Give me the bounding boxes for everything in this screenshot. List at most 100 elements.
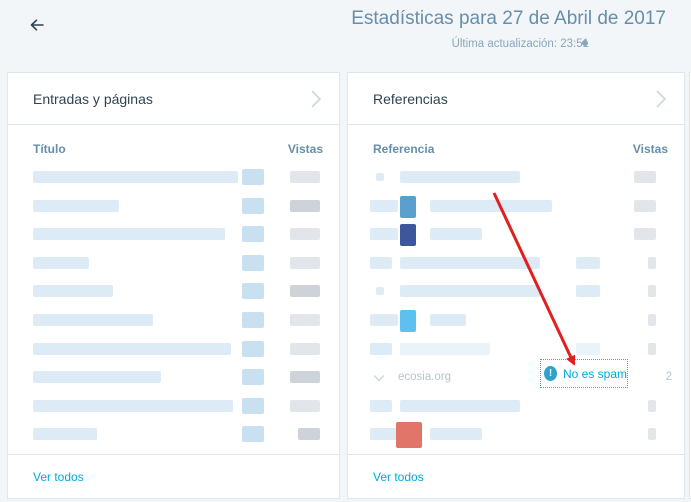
blurred-title — [33, 342, 231, 355]
blurred-count — [290, 399, 320, 412]
blurred-title — [33, 428, 97, 441]
blurred-favicon — [396, 422, 422, 449]
blurred-favicon — [400, 224, 416, 247]
list-item[interactable] — [8, 394, 339, 423]
list-item[interactable] — [348, 251, 684, 280]
blurred-bullet — [376, 173, 384, 181]
blurred-count — [290, 371, 320, 384]
blurred-icon — [576, 256, 600, 269]
blurred-favicon — [370, 428, 398, 441]
blurred-count — [634, 228, 656, 241]
blurred-referrer — [430, 199, 552, 212]
list-item[interactable] — [8, 365, 339, 394]
views-column-header: Vistas — [287, 142, 323, 156]
blurred-count — [290, 313, 320, 326]
title-column-header: Título — [33, 142, 66, 156]
info-icon: ! — [544, 366, 557, 382]
blurred-favicon — [400, 309, 416, 332]
blurred-title — [33, 371, 161, 384]
not-spam-label: No es spam — [562, 366, 627, 381]
list-item[interactable] — [8, 337, 339, 366]
blurred-count — [290, 342, 320, 355]
blurred-count — [290, 256, 320, 269]
page-title: Estadísticas para 27 de Abril de 2017 — [351, 8, 666, 29]
blurred-count — [648, 399, 656, 412]
blurred-count — [634, 199, 656, 212]
blurred-count — [648, 313, 656, 326]
chevron-right-icon — [656, 89, 667, 108]
blurred-referrer — [430, 428, 482, 441]
blurred-count — [648, 256, 656, 269]
blurred-favicon — [370, 228, 398, 241]
blurred-favicon — [370, 199, 398, 212]
list-item[interactable] — [8, 194, 339, 223]
blurred-referrer — [400, 342, 490, 355]
view-all-referrers-link[interactable]: Ver todos — [373, 470, 424, 484]
blurred-referrer — [430, 313, 466, 326]
posts-card-footer: Ver todos — [8, 454, 339, 498]
list-item[interactable] — [348, 422, 684, 451]
referrers-card-footer: Ver todos — [348, 454, 684, 498]
referrer-column-header: Referencia — [373, 142, 435, 156]
list-item[interactable] — [8, 279, 339, 308]
list-item[interactable] — [8, 165, 339, 194]
blurred-icon — [242, 169, 264, 185]
list-item[interactable] — [348, 394, 684, 423]
blurred-icon — [242, 340, 264, 357]
blurred-favicon — [370, 256, 392, 269]
list-item[interactable] — [348, 194, 684, 223]
arrow-left-icon — [30, 19, 44, 31]
status-dot — [582, 40, 588, 46]
blurred-icon — [242, 397, 264, 414]
blurred-referrer — [430, 228, 482, 241]
referrers-card: Referencias Referencia Vistas ecosia.org… — [347, 72, 685, 499]
blurred-favicon — [370, 313, 398, 326]
list-item[interactable] — [348, 222, 684, 251]
blurred-favicon — [370, 399, 392, 412]
referrers-list: ecosia.org ! No es spam 2 — [348, 165, 684, 451]
chevron-right-icon — [311, 89, 322, 108]
list-item[interactable] — [348, 308, 684, 337]
blurred-icon — [576, 285, 600, 298]
blurred-icon — [242, 197, 264, 214]
chevron-down-icon[interactable] — [373, 374, 385, 382]
back-button[interactable] — [26, 14, 48, 36]
blurred-icon — [242, 426, 264, 443]
blurred-count — [648, 428, 656, 441]
blurred-title — [33, 228, 225, 241]
blurred-favicon — [370, 342, 392, 355]
referrers-card-title: Referencias — [373, 90, 448, 107]
last-updated-text: Última actualización: 23:51 — [451, 38, 589, 50]
blurred-icon — [242, 283, 264, 300]
blurred-referrer — [400, 256, 540, 269]
blurred-referrer — [400, 285, 540, 298]
blurred-icon — [576, 342, 600, 355]
referrers-card-header[interactable]: Referencias — [348, 73, 684, 125]
list-item[interactable] — [8, 308, 339, 337]
blurred-icon — [242, 311, 264, 328]
blurred-count — [634, 171, 656, 183]
blurred-count — [290, 285, 320, 298]
blurred-bullet — [376, 287, 384, 296]
blurred-icon — [242, 254, 264, 271]
list-item[interactable] — [348, 337, 684, 366]
blurred-title — [33, 313, 153, 326]
list-item[interactable] — [8, 251, 339, 280]
blurred-count — [298, 428, 320, 441]
blurred-count — [648, 342, 656, 355]
blurred-referrer — [400, 171, 520, 183]
view-all-posts-link[interactable]: Ver todos — [33, 470, 84, 484]
blurred-favicon — [400, 195, 416, 218]
blurred-icon — [242, 369, 264, 386]
list-item[interactable] — [8, 222, 339, 251]
blurred-count — [290, 199, 320, 212]
posts-card-header[interactable]: Entradas y páginas — [8, 73, 339, 125]
list-item[interactable] — [348, 279, 684, 308]
not-spam-button[interactable]: ! No es spam — [540, 359, 628, 389]
spam-referrer-row[interactable]: ecosia.org ! No es spam 2 — [348, 359, 684, 394]
posts-pages-card: Entradas y páginas Título Vistas Ver tod… — [7, 72, 340, 499]
list-item[interactable] — [8, 422, 339, 451]
posts-card-title: Entradas y páginas — [33, 90, 153, 107]
referrer-domain: ecosia.org — [398, 371, 452, 384]
list-item[interactable] — [348, 165, 684, 194]
